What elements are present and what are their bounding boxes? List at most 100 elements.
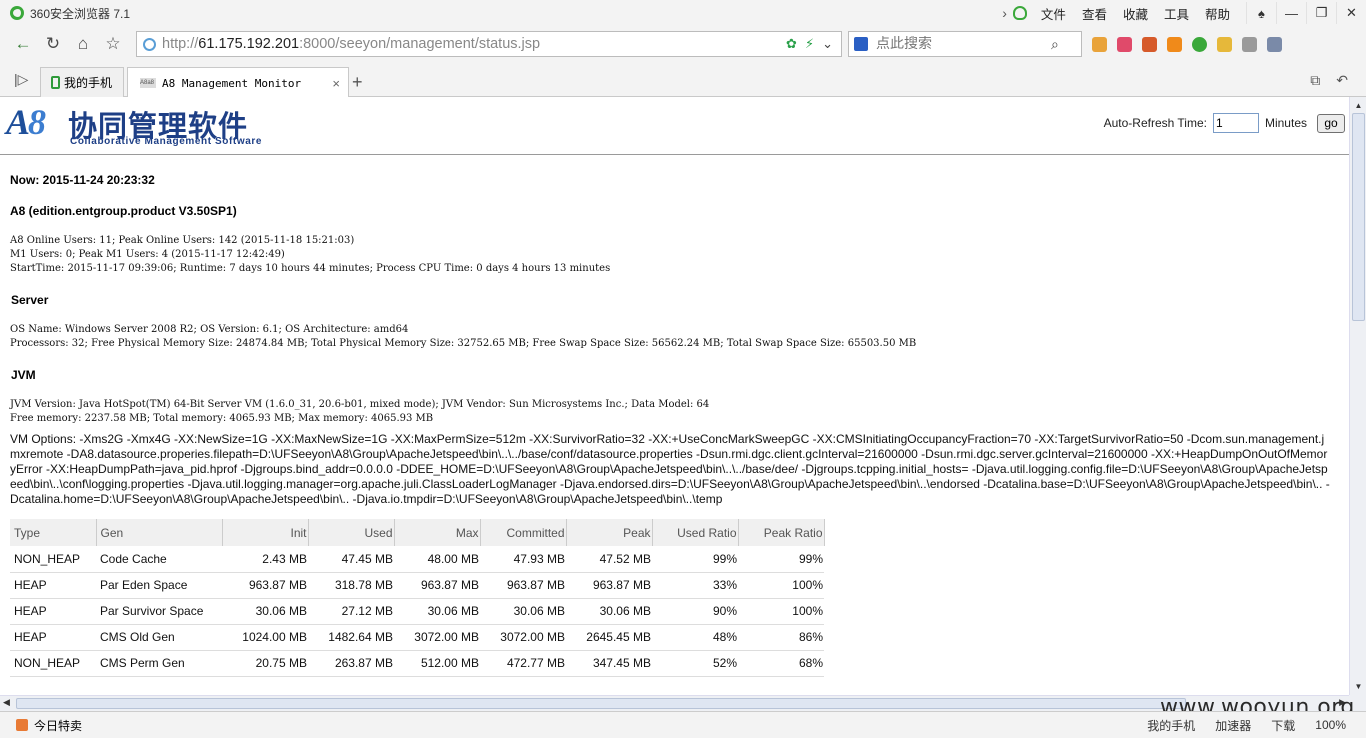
- screenshot-icon[interactable]: [1217, 36, 1232, 52]
- table-cell: 2645.45 MB: [566, 624, 652, 651]
- table-cell: 48%: [652, 624, 738, 651]
- table-header-row: Type Gen Init Used Max Committed Peak Us…: [10, 519, 825, 546]
- scroll-thumb[interactable]: [1352, 113, 1365, 321]
- vm-options: VM Options: -Xms2G -Xmx4G -XX:NewSize=1G…: [10, 432, 1330, 506]
- table-cell: HEAP: [10, 598, 96, 625]
- horizontal-scrollbar[interactable]: ◀ ▶: [0, 695, 1349, 711]
- search-box[interactable]: ⌕: [848, 31, 1082, 57]
- security-icon[interactable]: [1192, 36, 1207, 52]
- minimize-button[interactable]: —: [1276, 2, 1306, 24]
- page-viewport: A8 协同管理软件 Collaborative Management Softw…: [0, 97, 1349, 695]
- page-header: A8 协同管理软件 Collaborative Management Softw…: [0, 97, 1349, 155]
- skin-icon[interactable]: ♠: [1246, 2, 1276, 24]
- daily-deals-link[interactable]: 今日特卖: [34, 717, 82, 734]
- table-cell: CMS Perm Gen: [96, 650, 222, 677]
- tab-my-phone[interactable]: 我的手机: [40, 67, 124, 97]
- a8-favicon-icon: A8a8: [140, 78, 156, 88]
- table-row: HEAP CMS Old Gen 1024.00 MB 1482.64 MB 3072.…: [10, 624, 824, 651]
- refresh-button[interactable]: ↻: [38, 29, 68, 59]
- a8-logo: A8: [6, 102, 46, 142]
- translate-icon[interactable]: [1167, 36, 1182, 52]
- table-cell: 48.00 MB: [394, 546, 480, 573]
- back-button[interactable]: ←: [8, 29, 38, 59]
- home-button[interactable]: ⌂: [68, 29, 98, 59]
- table-row: NON_HEAP CMS Perm Gen 20.75 MB 263.87 MB 512…: [10, 650, 824, 677]
- table-cell: 47.45 MB: [308, 546, 394, 573]
- scroll-left-icon[interactable]: ◀: [3, 697, 10, 708]
- go-button[interactable]: go: [1317, 113, 1345, 133]
- table-cell: 20.75 MB: [222, 650, 308, 677]
- menu-favorites[interactable]: 收藏: [1123, 4, 1148, 23]
- table-cell: HEAP: [10, 572, 96, 599]
- table-cell: 68%: [738, 650, 824, 677]
- scroll-down-icon[interactable]: ▼: [1352, 680, 1365, 693]
- close-tab-icon[interactable]: ×: [332, 76, 340, 91]
- mail-icon[interactable]: [1117, 36, 1132, 52]
- col-gen: Gen: [96, 519, 223, 546]
- zoom-level[interactable]: 100%: [1315, 718, 1346, 732]
- server-info: OS Name: Windows Server 2008 R2; OS Vers…: [10, 323, 1349, 351]
- table-cell: 3072.00 MB: [394, 624, 480, 651]
- table-cell: 30.06 MB: [480, 598, 566, 625]
- table-cell: 52%: [652, 650, 738, 677]
- table-cell: 472.77 MB: [480, 650, 566, 677]
- browser-logo-icon: [10, 6, 24, 20]
- tab-a8-monitor[interactable]: A8a8 A8 Management Monitor ×: [127, 67, 349, 98]
- status-bar: 今日特卖 我的手机 加速器 下载 100%: [0, 711, 1366, 738]
- search-icon[interactable]: ⌕: [1051, 36, 1059, 53]
- current-time: Now: 2015-11-24 20:23:32: [10, 173, 155, 187]
- app-title: 360安全浏览器 7.1: [30, 6, 131, 21]
- table-cell: 263.87 MB: [308, 650, 394, 677]
- table-cell: HEAP: [10, 624, 96, 651]
- table-cell: 100%: [738, 572, 824, 599]
- globe-icon: [143, 37, 156, 51]
- scroll-thumb[interactable]: [16, 698, 1186, 709]
- memory-pool-table: Type Gen Init Used Max Committed Peak Us…: [10, 519, 825, 677]
- apps-icon[interactable]: [1092, 36, 1107, 52]
- my-phone-link[interactable]: 我的手机: [1147, 717, 1195, 734]
- col-committed: Committed: [480, 519, 567, 546]
- extension-icons: [1092, 36, 1292, 52]
- accelerator-link[interactable]: 加速器: [1215, 717, 1251, 734]
- menu-view[interactable]: 查看: [1082, 4, 1107, 23]
- user-icon[interactable]: [1012, 6, 1027, 20]
- jvm-version-line: JVM Version: Java HotSpot(TM) 64-Bit Ser…: [10, 399, 710, 410]
- auto-refresh-control: Auto-Refresh Time: Minutes go: [1104, 113, 1345, 133]
- vertical-scrollbar[interactable]: ▲ ▼: [1349, 97, 1366, 695]
- calendar-icon[interactable]: [1142, 36, 1157, 52]
- compat-mode-icon[interactable]: ✿: [786, 36, 797, 52]
- jvm-memory-line: Free memory: 2237.58 MB; Total memory: 4…: [10, 413, 434, 424]
- usage-info: A8 Online Users: 11; Peak Online Users: …: [10, 234, 1349, 276]
- chevron-right-icon[interactable]: ›: [1002, 5, 1007, 21]
- table-cell: 90%: [652, 598, 738, 625]
- tools-icon[interactable]: [1267, 36, 1282, 52]
- menu-tools[interactable]: 工具: [1164, 4, 1189, 23]
- restore-button[interactable]: ❐: [1306, 2, 1336, 24]
- table-cell: 27.12 MB: [308, 598, 394, 625]
- image-icon[interactable]: [1242, 36, 1257, 52]
- table-cell: 963.87 MB: [480, 572, 566, 599]
- menu-help[interactable]: 帮助: [1205, 4, 1230, 23]
- table-cell: Par Eden Space: [96, 572, 222, 599]
- sidebar-toggle-icon[interactable]: |▷: [14, 71, 28, 88]
- scroll-up-icon[interactable]: ▲: [1352, 99, 1365, 112]
- table-cell: 99%: [652, 546, 738, 573]
- url-text[interactable]: http://61.175.192.201:8000/seeyon/manage…: [162, 36, 540, 52]
- window-list-icon[interactable]: ⧉: [1310, 72, 1320, 89]
- search-engine-icon[interactable]: [854, 37, 868, 51]
- col-type: Type: [10, 519, 97, 546]
- bookmark-star-icon[interactable]: ☆: [98, 29, 128, 59]
- shopping-bag-icon[interactable]: [16, 719, 28, 731]
- close-window-button[interactable]: ✕: [1336, 2, 1366, 24]
- m1-users-line: M1 Users: 0; Peak M1 Users: 4 (2015-11-1…: [10, 249, 285, 260]
- search-input[interactable]: [876, 36, 1051, 52]
- download-link[interactable]: 下载: [1271, 717, 1295, 734]
- new-tab-button[interactable]: +: [352, 72, 363, 93]
- url-dropdown-icon[interactable]: ⌄: [822, 36, 833, 52]
- table-cell: 3072.00 MB: [480, 624, 566, 651]
- undo-close-icon[interactable]: ↶: [1336, 72, 1348, 89]
- menu-file[interactable]: 文件: [1041, 4, 1066, 23]
- speed-mode-icon[interactable]: ⚡: [805, 36, 814, 52]
- refresh-time-input[interactable]: [1212, 113, 1259, 133]
- url-input[interactable]: http://61.175.192.201:8000/seeyon/manage…: [136, 31, 842, 57]
